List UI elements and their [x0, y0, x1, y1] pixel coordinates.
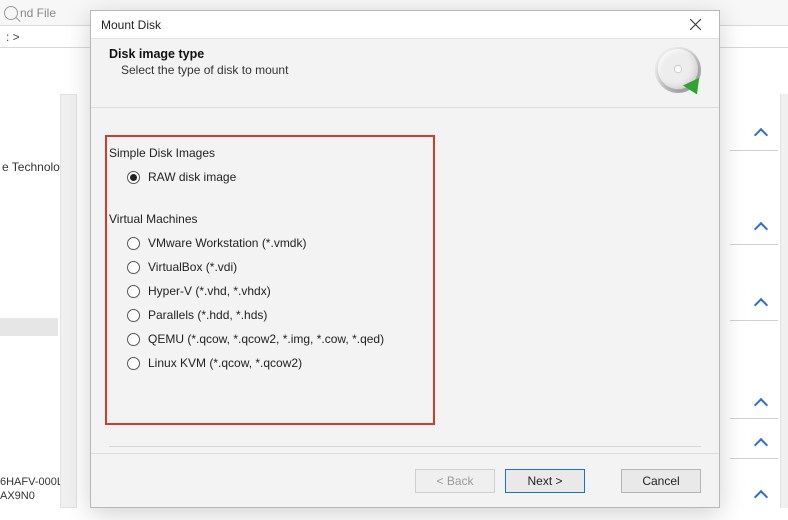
bg-sidebar-bottom-line1: 6HAFV-000L9 — [0, 476, 60, 490]
close-button[interactable] — [675, 11, 715, 38]
scrollbar-left[interactable] — [60, 94, 77, 508]
group-simple-label: Simple Disk Images — [109, 146, 701, 160]
bg-divider — [730, 418, 778, 419]
mount-disk-dialog: Mount Disk Disk image type Select the ty… — [90, 10, 720, 508]
next-button[interactable]: Next > — [505, 469, 585, 493]
radio-option-parallels[interactable]: Parallels (*.hdd, *.hds) — [127, 308, 701, 322]
bg-divider — [730, 458, 778, 459]
dialog-titlebar: Mount Disk — [91, 11, 719, 39]
chevron-up-icon[interactable] — [754, 222, 768, 236]
chevron-up-icon[interactable] — [754, 438, 768, 452]
chevron-up-icon[interactable] — [754, 128, 768, 142]
bg-divider — [730, 320, 778, 321]
bg-sidebar-item: e Technology) — [0, 160, 60, 176]
cancel-button[interactable]: Cancel — [621, 469, 701, 493]
radio-label-vmware: VMware Workstation (*.vmdk) — [148, 236, 306, 250]
dialog-header: Disk image type Select the type of disk … — [91, 39, 719, 108]
close-icon — [690, 19, 701, 30]
dialog-title: Mount Disk — [101, 18, 161, 32]
chevron-up-icon[interactable] — [754, 298, 768, 312]
radio-label-hyperv: Hyper-V (*.vhd, *.vhdx) — [148, 284, 271, 298]
radio-raw[interactable] — [127, 171, 140, 184]
radio-option-vbox[interactable]: VirtualBox (*.vdi) — [127, 260, 701, 274]
bg-sidebar-label: e Technology) — [2, 160, 60, 174]
dialog-footer: < Back Next > Cancel — [91, 453, 719, 507]
dialog-body: Simple Disk Images RAW disk image Virtua… — [91, 108, 719, 453]
bg-sidebar-bottom: 6HAFV-000L9 AX9N0 — [0, 476, 60, 504]
bg-divider — [730, 150, 778, 151]
radio-option-raw[interactable]: RAW disk image — [127, 170, 701, 184]
radio-vbox[interactable] — [127, 261, 140, 274]
bg-toolbar-text: nd File — [20, 6, 56, 20]
breadcrumb-text: : > — [6, 30, 20, 44]
radio-label-vbox: VirtualBox (*.vdi) — [148, 260, 237, 274]
radio-option-hyperv[interactable]: Hyper-V (*.vhd, *.vhdx) — [127, 284, 701, 298]
bg-sidebar-bottom-line2: AX9N0 — [0, 490, 60, 504]
radio-option-qemu[interactable]: QEMU (*.qcow, *.qcow2, *.img, *.cow, *.q… — [127, 332, 701, 346]
radio-parallels[interactable] — [127, 309, 140, 322]
search-icon — [4, 6, 18, 20]
radio-label-raw: RAW disk image — [148, 170, 236, 184]
radio-kvm[interactable] — [127, 357, 140, 370]
back-button[interactable]: < Back — [415, 469, 495, 493]
radio-label-qemu: QEMU (*.qcow, *.qcow2, *.img, *.cow, *.q… — [148, 332, 384, 346]
radio-vmware[interactable] — [127, 237, 140, 250]
group-vm: Virtual Machines VMware Workstation (*.v… — [109, 212, 701, 370]
group-simple: Simple Disk Images RAW disk image — [109, 146, 701, 184]
group-vm-label: Virtual Machines — [109, 212, 701, 226]
radio-option-vmware[interactable]: VMware Workstation (*.vmdk) — [127, 236, 701, 250]
header-subtitle: Select the type of disk to mount — [109, 63, 288, 77]
bg-selected-row — [0, 318, 58, 336]
header-title: Disk image type — [109, 47, 288, 61]
disk-icon — [655, 47, 701, 93]
chevron-up-icon[interactable] — [754, 490, 768, 504]
chevron-up-icon[interactable] — [754, 398, 768, 412]
radio-option-kvm[interactable]: Linux KVM (*.qcow, *.qcow2) — [127, 356, 701, 370]
radio-hyperv[interactable] — [127, 285, 140, 298]
radio-qemu[interactable] — [127, 333, 140, 346]
scrollbar-right[interactable] — [780, 94, 788, 508]
radio-label-kvm: Linux KVM (*.qcow, *.qcow2) — [148, 356, 302, 370]
bg-divider — [730, 244, 778, 245]
radio-label-parallels: Parallels (*.hdd, *.hds) — [148, 308, 267, 322]
